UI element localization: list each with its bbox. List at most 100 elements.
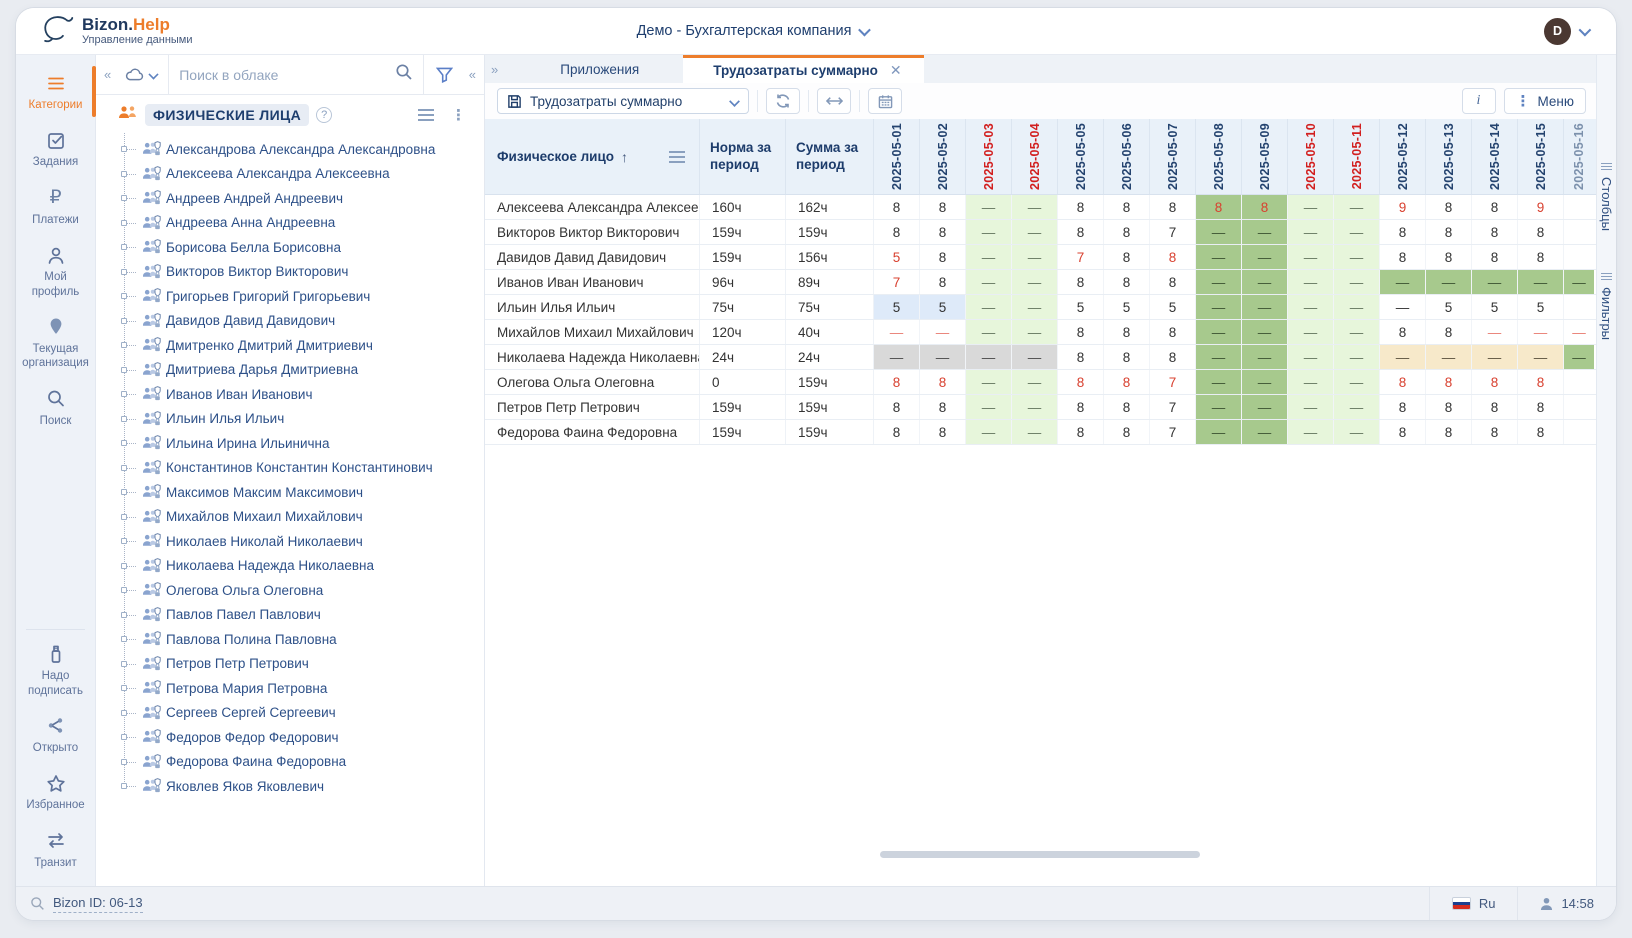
person-name-cell[interactable]: Михайлов Михаил Михайлович [485,320,700,344]
refresh-button[interactable] [766,88,800,114]
day-cell[interactable]: — [1518,270,1564,294]
collapse-sidebar-icon[interactable]: « [100,67,115,82]
day-cell[interactable]: 7 [1150,370,1196,394]
tree-item[interactable]: Максимов Максим Максимович [96,480,484,505]
day-cell[interactable]: 8 [1426,245,1472,269]
tree-item[interactable]: Андреев Андрей Андреевич [96,186,484,211]
day-cell[interactable]: — [1288,395,1334,419]
norm-cell[interactable]: 159ч [700,245,786,269]
day-cell[interactable]: 8 [874,395,920,419]
column-header-date[interactable]: 2025-05-03 [966,119,1012,194]
norm-cell[interactable]: 120ч [700,320,786,344]
tree-node-handle[interactable] [121,612,127,618]
column-header-norm[interactable]: Норма за период [700,119,786,194]
tree-item[interactable]: Петрова Мария Петровна [96,676,484,701]
expand-panel-icon[interactable]: » [487,62,502,77]
filter-icon[interactable] [423,55,465,94]
day-cell[interactable]: 5 [1518,295,1564,319]
day-cell[interactable]: — [1472,270,1518,294]
day-cell[interactable]: — [1196,345,1242,369]
tree-item[interactable]: Олегова Ольга Олеговна [96,578,484,603]
day-cell[interactable]: — [966,395,1012,419]
day-cell[interactable]: 8 [920,370,966,394]
column-header-date[interactable]: 2025-05-09 [1242,119,1288,194]
person-name-cell[interactable]: Викторов Виктор Викторович [485,220,700,244]
day-cell[interactable]: 8 [1104,270,1150,294]
day-cell[interactable]: 7 [1058,245,1104,269]
day-cell[interactable]: — [1472,320,1518,344]
person-name-cell[interactable]: Федорова Фаина Федоровна [485,420,700,444]
sum-cell[interactable]: 24ч [786,345,874,369]
day-cell[interactable]: — [1242,220,1288,244]
tree-node-handle[interactable] [121,195,127,201]
day-cell[interactable]: — [1196,420,1242,444]
day-cell[interactable]: 8 [1104,345,1150,369]
user-menu[interactable]: D [1544,18,1588,45]
norm-cell[interactable]: 0 [700,370,786,394]
tree-item[interactable]: Николаева Надежда Николаевна [96,554,484,579]
day-cell[interactable]: 8 [1472,245,1518,269]
day-cell[interactable]: — [966,195,1012,219]
column-header-date[interactable]: 2025-05-02 [920,119,966,194]
day-cell[interactable]: — [1196,395,1242,419]
day-cell[interactable]: — [966,420,1012,444]
day-cell[interactable]: — [1288,345,1334,369]
day-cell[interactable]: — [1012,295,1058,319]
day-cell[interactable] [1564,370,1594,394]
tree-node-handle[interactable] [121,342,127,348]
day-cell[interactable]: 8 [1104,420,1150,444]
day-cell[interactable]: — [1334,420,1380,444]
day-cell[interactable]: — [1012,270,1058,294]
day-cell[interactable] [1564,395,1594,419]
day-cell[interactable]: 5 [1058,295,1104,319]
day-cell[interactable]: 8 [1472,370,1518,394]
day-cell[interactable]: 8 [1426,195,1472,219]
sum-cell[interactable]: 159ч [786,370,874,394]
day-cell[interactable]: — [1334,395,1380,419]
sidebar-item-search[interactable]: Поиск [16,379,95,436]
day-cell[interactable]: — [966,345,1012,369]
table-row[interactable]: Давидов Давид Давидович159ч156ч58——788——… [485,245,1596,270]
sidebar-item-current-org[interactable]: Текущая организация [16,307,95,379]
person-name-cell[interactable]: Олегова Ольга Олеговна [485,370,700,394]
day-cell[interactable]: — [966,270,1012,294]
day-cell[interactable]: 8 [874,220,920,244]
day-cell[interactable]: — [1012,245,1058,269]
day-cell[interactable]: 8 [1104,320,1150,344]
day-cell[interactable]: — [874,345,920,369]
day-cell[interactable]: 8 [1380,220,1426,244]
tree-node-handle[interactable] [121,465,127,471]
sidebar-item-to-sign[interactable]: Надо подписать [16,634,95,706]
day-cell[interactable]: 8 [1242,195,1288,219]
day-cell[interactable]: 8 [1150,345,1196,369]
day-cell[interactable]: — [1472,345,1518,369]
day-cell[interactable]: — [1012,345,1058,369]
day-cell[interactable]: 8 [1058,420,1104,444]
tree-node-handle[interactable] [121,416,127,422]
menu-button[interactable]: ⋮ Меню [1504,88,1587,114]
day-cell[interactable]: — [1242,395,1288,419]
person-name-cell[interactable]: Иванов Иван Иванович [485,270,700,294]
day-cell[interactable]: 5 [874,295,920,319]
day-cell[interactable]: — [1334,345,1380,369]
table-row[interactable]: Викторов Виктор Викторович159ч159ч88——88… [485,220,1596,245]
day-cell[interactable]: 8 [1058,220,1104,244]
day-cell[interactable]: — [874,320,920,344]
day-cell[interactable]: — [920,320,966,344]
table-row[interactable]: Федорова Фаина Федоровна159ч159ч88——887—… [485,420,1596,445]
norm-cell[interactable]: 160ч [700,195,786,219]
day-cell[interactable] [1564,220,1594,244]
tree-node-handle[interactable] [121,514,127,520]
day-cell[interactable]: — [1288,370,1334,394]
tree-title[interactable]: ФИЗИЧЕСКИЕ ЛИЦА [145,104,309,126]
day-cell[interactable]: 8 [1058,195,1104,219]
tree-item[interactable]: Ильина Ирина Ильинична [96,431,484,456]
tree-node-handle[interactable] [121,391,127,397]
column-header-date[interactable]: 2025-05-11 [1334,119,1380,194]
sum-cell[interactable]: 162ч [786,195,874,219]
day-cell[interactable]: 8 [1380,420,1426,444]
day-cell[interactable]: 8 [1380,395,1426,419]
day-cell[interactable]: — [1242,320,1288,344]
day-cell[interactable]: 8 [1380,320,1426,344]
day-cell[interactable]: 5 [874,245,920,269]
